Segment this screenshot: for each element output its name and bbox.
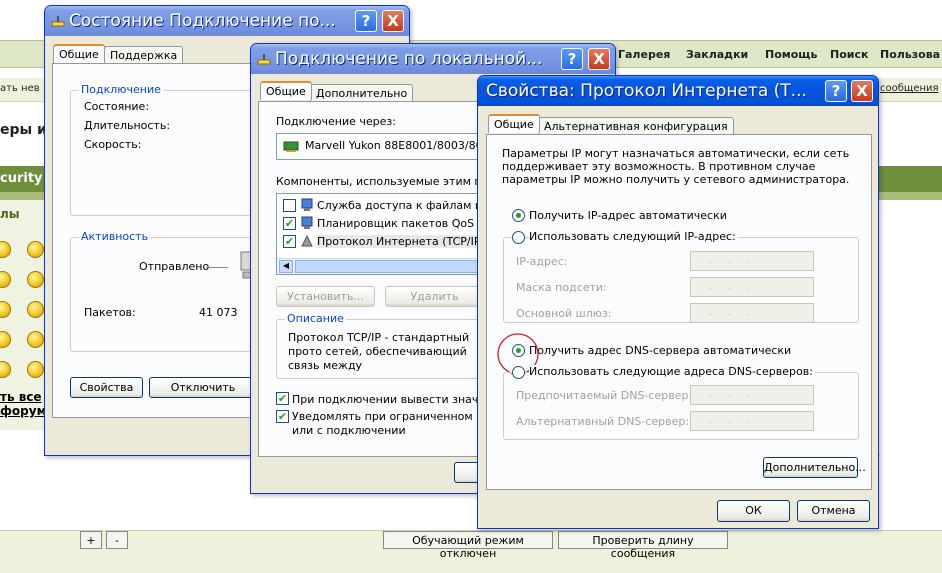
tab-general[interactable]: Общие (260, 81, 312, 100)
nav-help[interactable]: Помощь (765, 48, 817, 61)
help-icon[interactable]: ? (355, 10, 377, 32)
packets-label: Пакетов: (84, 306, 136, 319)
activity-divider (206, 267, 228, 268)
adapter-field: Marvell Yukon 88E8001/8003/8010 (276, 133, 497, 160)
dns-auto-label[interactable]: Получить адрес DNS-сервера автоматически (529, 344, 791, 357)
tab-general[interactable]: Общие (53, 44, 105, 63)
components-list[interactable]: Служба доступа к файлам и при ✔ Планиров… (276, 193, 507, 275)
nav-bookmarks[interactable]: Закладки (686, 48, 748, 61)
state-label: Состояние: (84, 100, 150, 113)
subnet-label: Маска подсети: (516, 281, 607, 294)
network-connection-icon (51, 16, 65, 27)
check-length-button[interactable]: Проверить длину сообщения (558, 531, 728, 560)
preferred-dns-label: Предпочитаемый DNS-сервер: (516, 389, 693, 402)
help-icon[interactable]: ? (825, 80, 847, 102)
intro-text: Параметры IP могут назначаться автоматич… (502, 147, 850, 186)
component-tcpip-label[interactable]: Протокол Интернета (TCP/IP) (317, 235, 485, 248)
show-icon-checkbox[interactable]: ✔ (276, 392, 289, 405)
ip-manual-radio[interactable] (512, 231, 525, 244)
description-group-label: Описание (285, 312, 346, 325)
sent-label: Отправлено (139, 260, 210, 273)
show-all-smiles-link[interactable]: ть все (0, 390, 42, 404)
adapter-name: Marvell Yukon 88E8001/8003/8010 (305, 139, 497, 152)
tab-advanced[interactable]: Дополнительно (310, 84, 414, 102)
status-window-title: Состояние Подключение по... (69, 11, 336, 31)
smiley-icon[interactable] (27, 271, 44, 288)
component-checkbox-file-sharing[interactable] (283, 199, 296, 212)
tcpip-tab-panel: Параметры IP могут назначаться автоматич… (486, 134, 872, 490)
component-checkbox-tcpip[interactable]: ✔ (283, 235, 296, 248)
close-icon[interactable]: X (851, 80, 873, 102)
close-icon[interactable]: X (588, 48, 610, 70)
alternate-dns-label: Альтернативный DNS-сервер: (516, 415, 690, 428)
network-connection-icon (257, 54, 271, 65)
tcpip-properties-window: Свойства: Протокол Интернета (Т... ? X О… (477, 75, 879, 529)
service-icon (301, 198, 313, 211)
tab-alternate-config[interactable]: Альтернативная конфигурация (538, 117, 734, 135)
advanced-button[interactable]: Дополнительно... (763, 457, 866, 478)
smiley-icon[interactable] (27, 331, 44, 348)
shrink-button[interactable]: - (106, 531, 128, 549)
install-button[interactable]: Установить... (276, 286, 375, 307)
dns-manual-radio[interactable] (512, 366, 525, 379)
remove-button[interactable]: Удалить (385, 286, 484, 307)
speed-label: Скорость: (84, 138, 142, 151)
ip-address-label: IP-адрес: (516, 255, 568, 268)
help-icon[interactable]: ? (561, 48, 583, 70)
connect-via-label: Подключение через: (276, 115, 396, 128)
status-titlebar[interactable]: Состояние Подключение по... ? X (45, 6, 409, 36)
forum-section-title: curity (0, 171, 43, 186)
smiley-icon[interactable] (27, 301, 44, 318)
forum-link[interactable]: форум (0, 404, 46, 418)
tcpip-window-title: Свойства: Протокол Интернета (Т... (486, 81, 807, 101)
tcpip-titlebar[interactable]: Свойства: Протокол Интернета (Т... ? X (478, 76, 878, 106)
gateway-input[interactable]: ... (690, 303, 814, 323)
ip-auto-label[interactable]: Получить IP-адрес автоматически (529, 209, 727, 222)
description-text: Протокол TCP/IP - стандартный прото сете… (288, 331, 470, 375)
ip-address-input[interactable]: ... (690, 251, 814, 271)
gateway-label: Основной шлюз: (516, 307, 612, 320)
notify-checkbox[interactable]: ✔ (276, 410, 289, 423)
forum-subbar-link[interactable]: ать нев (0, 83, 40, 94)
tab-support[interactable]: Поддержка (104, 46, 184, 64)
nav-users[interactable]: Пользова (880, 48, 940, 61)
forum-messages-link[interactable]: сообщения (880, 83, 939, 94)
scroll-thumb[interactable] (295, 260, 495, 273)
ok-button[interactable]: ОК (717, 500, 790, 522)
preferred-dns-input[interactable]: ... (690, 385, 814, 405)
lan-window-title: Подключение по локальной... (275, 49, 543, 69)
tutorial-mode-button[interactable]: Обучающий режим отключен (383, 531, 553, 560)
ip-manual-label[interactable]: Использовать следующий IP-адрес: (529, 230, 738, 243)
notify-label[interactable]: Уведомлять при ограниченном или с подклю… (292, 410, 492, 438)
smiley-icon[interactable] (27, 241, 44, 258)
cancel-button[interactable]: Отмена (797, 500, 870, 522)
service-icon (301, 216, 313, 229)
nav-search[interactable]: Поиск (830, 48, 868, 61)
protocol-icon (301, 234, 313, 247)
smiley-icon[interactable] (27, 361, 44, 378)
duration-label: Длительность: (84, 119, 171, 132)
show-icon-label[interactable]: При подключении вывести значок в (292, 393, 502, 406)
network-card-icon (283, 141, 299, 152)
tab-general[interactable]: Общие (488, 114, 540, 133)
subnet-input[interactable]: ... (690, 277, 814, 297)
component-qos-label[interactable]: Планировщик пакетов QoS (317, 217, 474, 230)
properties-button[interactable]: Свойства (70, 377, 143, 398)
alternate-dns-input[interactable]: ... (690, 411, 814, 431)
connection-group-label: Подключение (79, 83, 163, 96)
components-label: Компоненты, используемые этим подкл (276, 175, 510, 188)
expand-button[interactable]: + (80, 531, 102, 549)
packets-value: 41 073 (199, 306, 238, 319)
smiles-title: лы (0, 207, 20, 221)
dns-manual-label[interactable]: Использовать следующие адреса DNS-сервер… (529, 365, 815, 378)
ip-auto-radio[interactable] (512, 209, 525, 222)
scroll-left-icon[interactable]: ◀ (279, 260, 293, 273)
close-icon[interactable]: X (382, 10, 404, 32)
nav-gallery[interactable]: Галерея (618, 48, 670, 61)
components-scrollbar[interactable]: ◀ (277, 258, 495, 274)
lan-titlebar[interactable]: Подключение по локальной... ? X (251, 44, 615, 74)
component-checkbox-qos[interactable]: ✔ (283, 217, 296, 230)
activity-group-label: Активность (79, 230, 151, 243)
disconnect-button[interactable]: Отключить (149, 377, 257, 398)
